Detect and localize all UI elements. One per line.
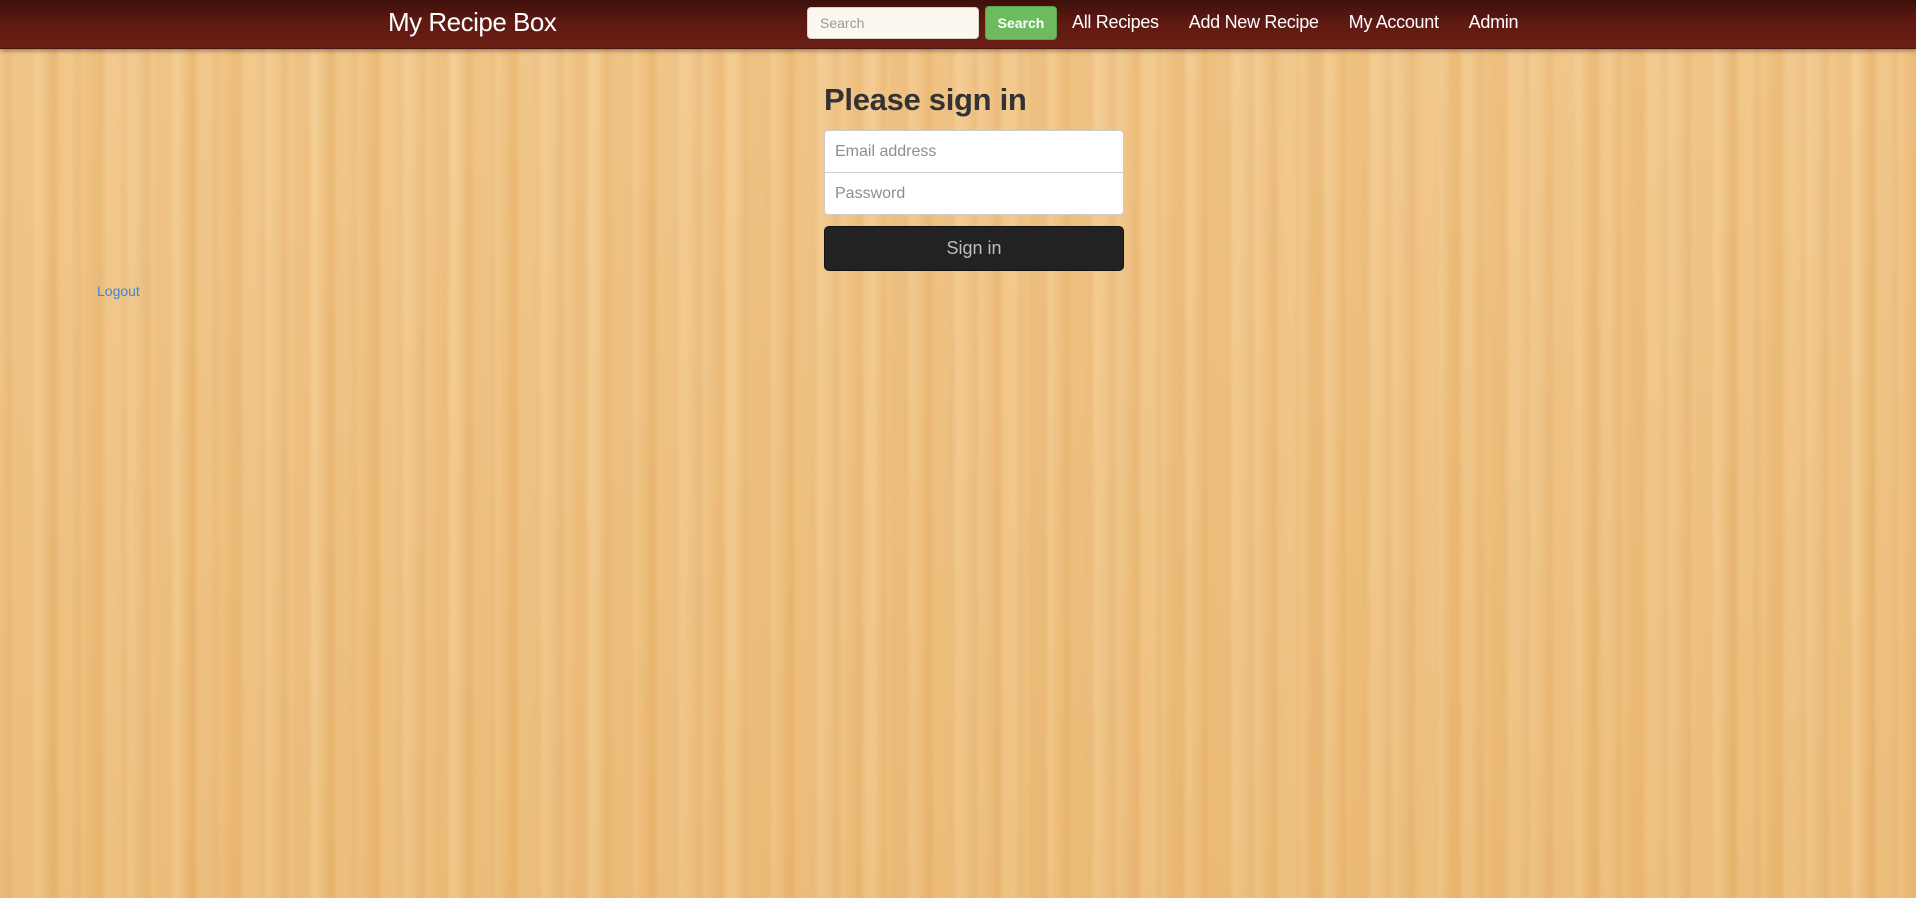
signin-button[interactable]: Sign in bbox=[824, 226, 1124, 271]
signin-heading: Please sign in bbox=[824, 82, 1027, 117]
search-button[interactable]: Search bbox=[985, 6, 1057, 40]
nav-link-add-new-recipe[interactable]: Add New Recipe bbox=[1189, 12, 1319, 33]
nav-links: All Recipes Add New Recipe My Account Ad… bbox=[1072, 0, 1548, 45]
search-input[interactable] bbox=[807, 7, 979, 39]
nav-link-admin[interactable]: Admin bbox=[1469, 12, 1519, 33]
nav-link-my-account[interactable]: My Account bbox=[1349, 12, 1439, 33]
logout-link[interactable]: Logout bbox=[97, 283, 140, 299]
signin-form: Please sign in Sign in bbox=[824, 80, 1124, 271]
email-field[interactable] bbox=[824, 130, 1124, 173]
top-navbar: My Recipe Box Search All Recipes Add New… bbox=[0, 0, 1916, 49]
brand-title[interactable]: My Recipe Box bbox=[388, 7, 557, 37]
nav-link-all-recipes[interactable]: All Recipes bbox=[1072, 12, 1159, 33]
password-field[interactable] bbox=[824, 172, 1124, 215]
